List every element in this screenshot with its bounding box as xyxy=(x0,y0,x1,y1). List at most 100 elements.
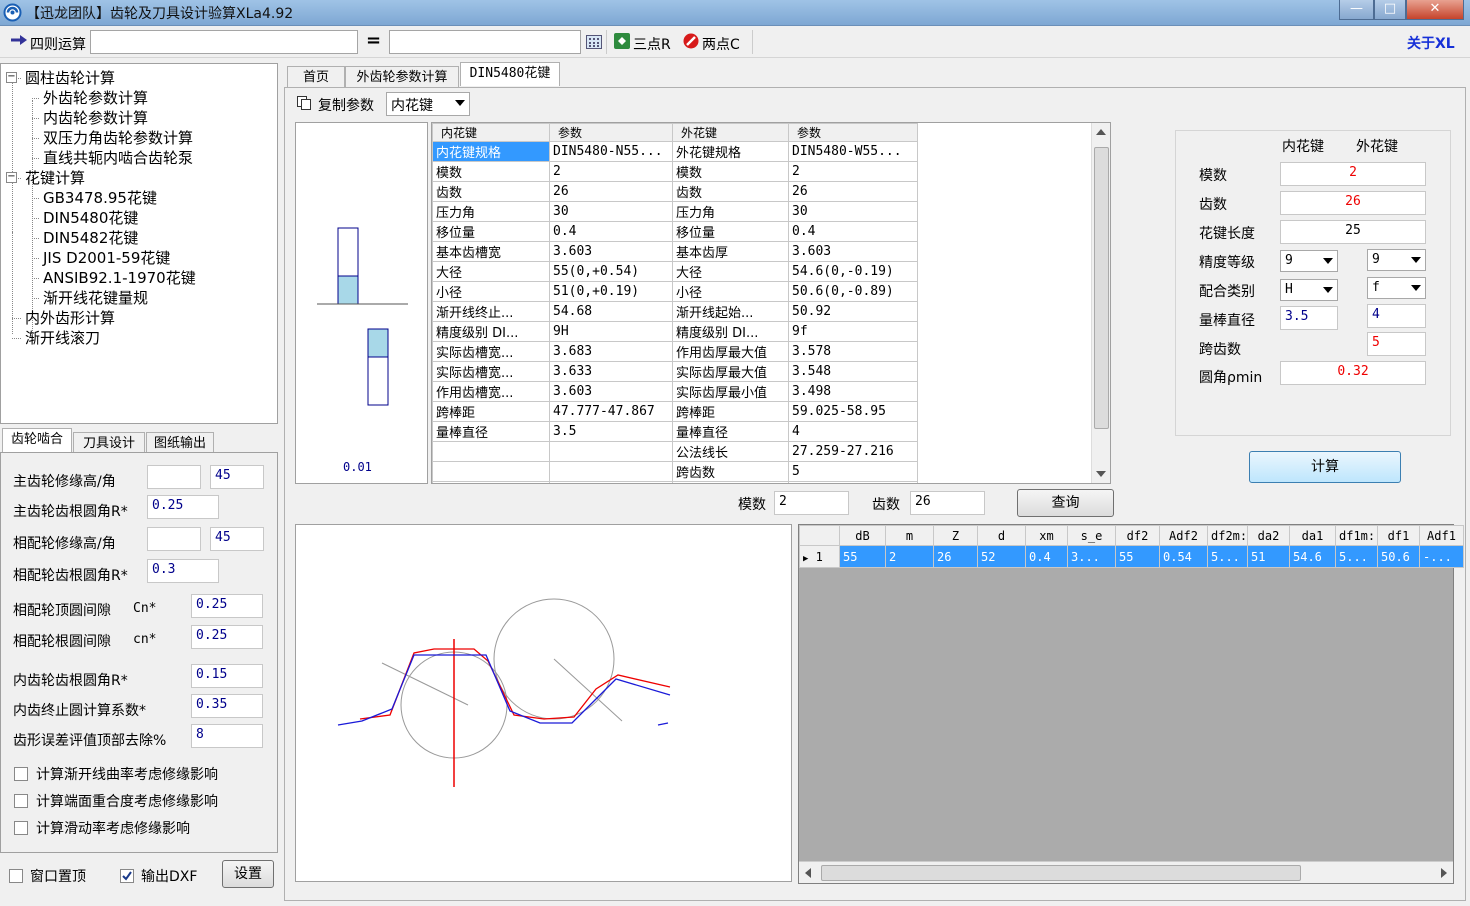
rmin-input[interactable]: 0.32 xyxy=(1280,361,1426,385)
grid-header[interactable]: df1 xyxy=(1377,525,1420,546)
table-cell[interactable]: 47.777-47.867 xyxy=(549,401,673,422)
result-output[interactable] xyxy=(389,30,581,54)
table-row[interactable]: 齿数 26 齿数 26 xyxy=(432,181,918,202)
table-cell[interactable]: 27.259-27.216 xyxy=(788,441,918,462)
table-cell[interactable]: 3.683 xyxy=(549,341,673,362)
mesh-param-angle-input[interactable]: 45 xyxy=(210,465,264,489)
table-row[interactable]: 大径 55(0,+0.54) 大径 54.6(0,-0.19) xyxy=(432,261,918,282)
mesh-param-input[interactable]: 0.3 xyxy=(147,559,219,583)
table-cell[interactable]: 齿形误差 xyxy=(432,481,550,483)
grid-header[interactable]: xm xyxy=(1025,525,1068,546)
table-cell[interactable]: 3.578 xyxy=(788,341,918,362)
mesh-param-input[interactable]: 0.15 xyxy=(191,664,263,688)
grid-cell[interactable]: 55 xyxy=(839,545,886,568)
mesh-param-input[interactable]: 0.25 xyxy=(191,594,263,618)
table-row[interactable]: 跨齿数 5 xyxy=(432,461,918,482)
mesh-param-angle-input[interactable]: 45 xyxy=(210,527,264,551)
grid-header[interactable]: Z xyxy=(933,525,978,546)
tree-item[interactable]: 双压力角齿轮参数计算 xyxy=(43,127,193,148)
table-cell[interactable]: DIN5480-W55... xyxy=(788,141,918,162)
table-cell[interactable]: 50.92 xyxy=(788,301,918,322)
grid-header[interactable]: df1m: xyxy=(1335,525,1378,546)
table-cell[interactable]: 渐开线终止... xyxy=(432,301,550,322)
tab-external-gear[interactable]: 外齿轮参数计算 xyxy=(345,66,459,88)
table-cell[interactable]: 跨齿数 xyxy=(672,461,789,482)
fit-internal-select[interactable]: H xyxy=(1280,279,1338,301)
table-cell[interactable]: 2 xyxy=(549,161,673,182)
table-cell[interactable]: 26 xyxy=(549,181,673,202)
option-checkbox[interactable] xyxy=(14,794,28,808)
table-cell[interactable]: 模数 xyxy=(432,161,550,182)
table-cell[interactable]: 小径 xyxy=(672,281,789,302)
tab-din5480[interactable]: DIN5480花键 xyxy=(460,62,560,86)
grid-cell[interactable]: 0.54 xyxy=(1159,545,1208,568)
grid-cell[interactable]: 3... xyxy=(1067,545,1116,568)
tree-item[interactable]: 外齿轮参数计算 xyxy=(43,87,148,108)
tree-expand-icon[interactable]: − xyxy=(6,172,17,183)
table-cell[interactable]: 外花键规格 xyxy=(672,141,789,162)
grid-header[interactable]: Adf2 xyxy=(1159,525,1208,546)
scroll-up-icon[interactable] xyxy=(1096,129,1106,135)
dxf-checkbox[interactable] xyxy=(120,869,134,883)
teeth-input[interactable]: 26 xyxy=(1280,191,1426,215)
result-hscrollbar[interactable] xyxy=(799,861,1453,883)
table-row[interactable]: 模数 2 模数 2 xyxy=(432,161,918,182)
table-row[interactable]: 实际齿槽宽... 3.683 作用齿厚最大值 3.578 xyxy=(432,341,918,362)
table-row[interactable]: 跨棒距 47.777-47.867 跨棒距 59.025-58.95 xyxy=(432,401,918,422)
table-cell[interactable]: 0.4 xyxy=(788,221,918,242)
copy-icon[interactable] xyxy=(297,96,312,114)
tab-home[interactable]: 首页 xyxy=(287,66,345,88)
grid-cell[interactable]: 52 xyxy=(977,545,1026,568)
pin-internal-input[interactable]: 3.5 xyxy=(1280,306,1338,330)
table-cell[interactable]: 54.6(0,-0.19) xyxy=(788,261,918,282)
table-cell[interactable] xyxy=(549,441,673,462)
tree-item[interactable]: 渐开线花键量规 xyxy=(43,287,148,308)
mesh-param-input[interactable] xyxy=(147,527,201,551)
query-button[interactable]: 查询 xyxy=(1017,489,1114,517)
table-cell[interactable]: 26 xyxy=(788,181,918,202)
scroll-down-icon[interactable] xyxy=(1096,471,1106,477)
fit-external-select[interactable]: f xyxy=(1367,277,1426,299)
table-cell[interactable]: 0.025 xyxy=(549,481,673,483)
table-cell[interactable]: 公法线长 xyxy=(672,441,789,462)
grid-cell[interactable]: 0.4 xyxy=(1025,545,1068,568)
table-cell[interactable]: 内花键规格 xyxy=(432,141,550,162)
grid-cell[interactable]: -... xyxy=(1419,545,1464,568)
tree-item[interactable]: JIS D2001-59花键 xyxy=(43,247,170,268)
table-row[interactable]: 移位量 0.4 移位量 0.4 xyxy=(432,221,918,242)
tree-expand-icon[interactable]: − xyxy=(6,72,17,83)
table-cell[interactable]: 3.498 xyxy=(788,381,918,402)
tab-drawing-output[interactable]: 图纸输出 xyxy=(146,432,214,454)
table-cell[interactable]: 30 xyxy=(549,201,673,222)
table-row[interactable]: 公法线长 27.259-27.216 xyxy=(432,441,918,462)
grid-cell[interactable]: 2 xyxy=(885,545,934,568)
table-cell[interactable]: 5 xyxy=(788,461,918,482)
grid-cell[interactable]: 51 xyxy=(1247,545,1290,568)
grid-cell[interactable]: 5... xyxy=(1335,545,1378,568)
table-cell[interactable]: 作用齿厚最大值 xyxy=(672,341,789,362)
span-input[interactable]: 5 xyxy=(1367,332,1426,356)
tree-item[interactable]: 圆柱齿轮计算 xyxy=(25,67,115,88)
tree-item[interactable]: 花键计算 xyxy=(25,167,85,188)
grid-cell[interactable]: 5... xyxy=(1207,545,1248,568)
table-cell[interactable]: 作用齿槽宽... xyxy=(432,381,550,402)
table-row[interactable]: 小径 51(0,+0.19) 小径 50.6(0,-0.89) xyxy=(432,281,918,302)
table-cell[interactable]: 渐开线起始... xyxy=(672,301,789,322)
mesh-param-input[interactable] xyxy=(147,465,201,489)
table-cell[interactable] xyxy=(549,461,673,482)
table-cell[interactable]: 9H xyxy=(549,321,673,342)
tab-gear-mesh[interactable]: 齿轮啮合 xyxy=(2,428,72,452)
table-cell[interactable]: 2 xyxy=(788,161,918,182)
table-row[interactable]: 渐开线终止... 54.68 渐开线起始... 50.92 xyxy=(432,301,918,322)
scroll-thumb[interactable] xyxy=(1094,147,1109,429)
table-cell[interactable]: 模数 xyxy=(672,161,789,182)
mesh-param-input[interactable]: 0.35 xyxy=(191,694,263,718)
table-row[interactable]: 压力角 30 压力角 30 xyxy=(432,201,918,222)
grid-cell[interactable]: 55 xyxy=(1115,545,1160,568)
grid-header[interactable]: df2 xyxy=(1115,525,1160,546)
module-input[interactable]: 2 xyxy=(1280,162,1426,186)
two-point-icon[interactable] xyxy=(683,33,699,53)
table-row[interactable]: 量棒直径 3.5 量棒直径 4 xyxy=(432,421,918,442)
grid-cell[interactable]: 50.6 xyxy=(1377,545,1420,568)
table-cell[interactable]: 59.025-58.95 xyxy=(788,401,918,422)
